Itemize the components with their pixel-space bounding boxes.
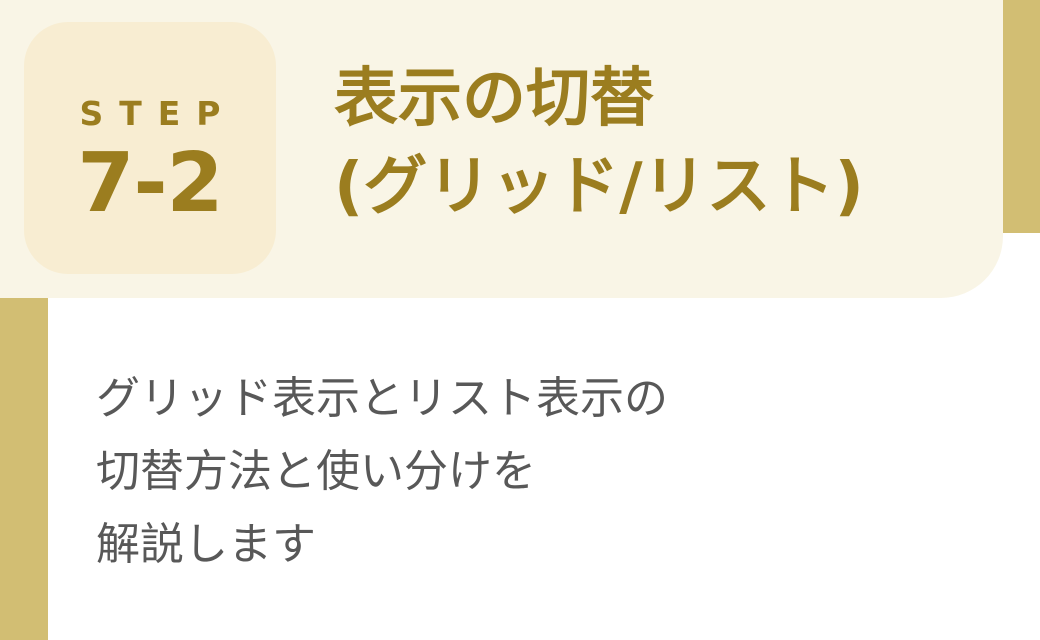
step-number: 7-2 bbox=[77, 136, 223, 231]
description: グリッド表示とリスト表示の 切替方法と使い分けを 解説します bbox=[96, 362, 916, 581]
accent-strip-right bbox=[998, 0, 1040, 233]
title-line-1: 表示の切替 bbox=[334, 62, 654, 136]
step-badge: STEP 7-2 bbox=[24, 22, 276, 274]
page-title: 表示の切替 (グリッド/リスト) bbox=[334, 60, 984, 226]
header-panel: STEP 7-2 表示の切替 (グリッド/リスト) bbox=[0, 0, 1003, 298]
description-line: グリッド表示とリスト表示の bbox=[96, 373, 668, 424]
step-slide: STEP 7-2 表示の切替 (グリッド/リスト) グリッド表示とリスト表示の … bbox=[0, 0, 1040, 640]
description-line: 解説します bbox=[96, 519, 316, 570]
accent-strip-left bbox=[0, 290, 48, 640]
step-label: STEP bbox=[79, 94, 237, 133]
title-line-2: (グリッド/リスト) bbox=[334, 150, 864, 224]
description-line: 切替方法と使い分けを bbox=[96, 446, 536, 497]
